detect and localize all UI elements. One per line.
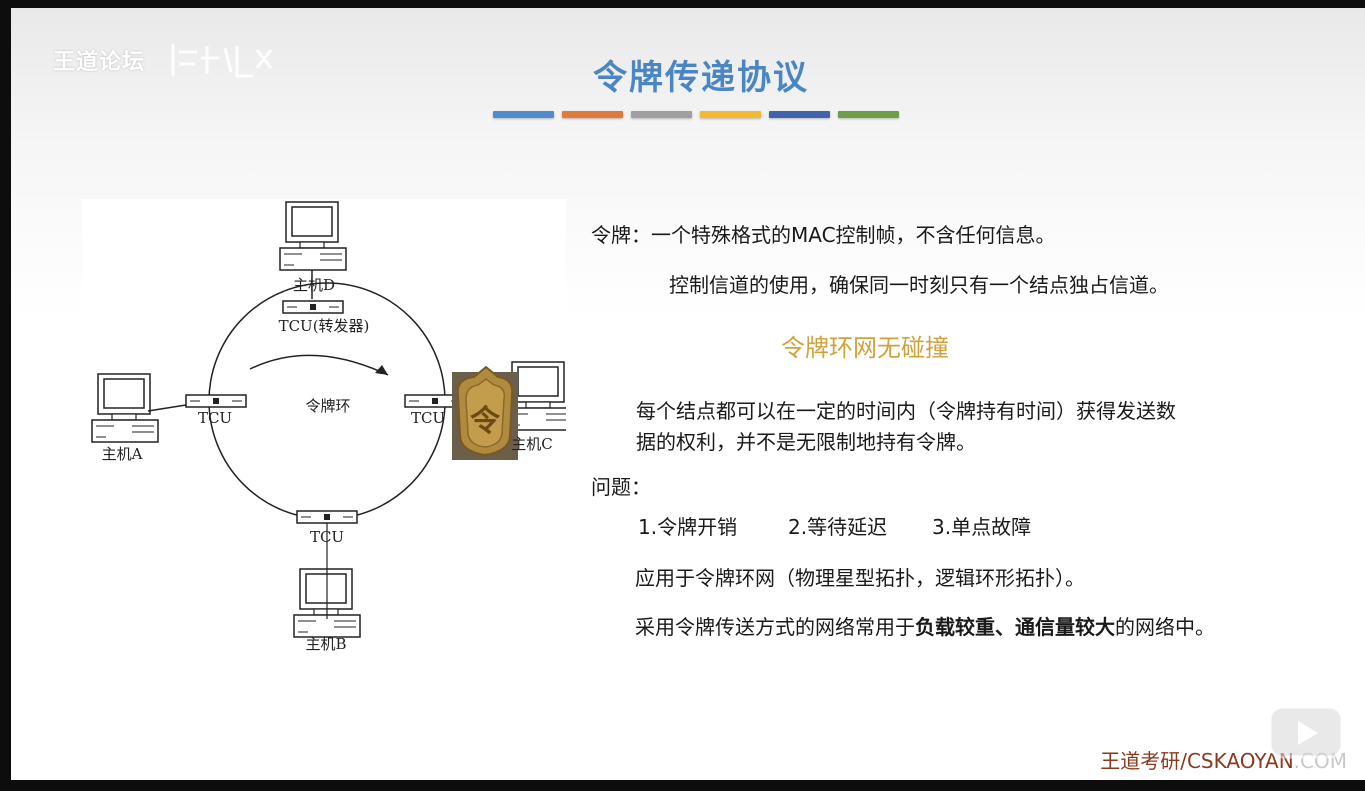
slide: 王道论坛 令牌传递协议 令 主机D TCU(转发器) TCU 令牌环 TCU 主…: [11, 8, 1365, 780]
tcu-bottom-icon: [296, 510, 358, 524]
tcu-right-label: TCU: [411, 409, 445, 427]
token-ring-svg: 令 主机D TCU(转发器) TCU 令牌环 TCU 主机A 主机C TCU 主…: [91, 201, 573, 653]
underline-segment-5: [769, 111, 830, 118]
problems-label: 问题：: [591, 475, 651, 499]
tcu-top-label: TCU(转发器): [279, 317, 370, 335]
usage-prefix: 采用令牌传送方式的网络常用于: [635, 615, 915, 639]
host-a-label: 主机A: [102, 445, 143, 463]
usage-bold: 负载较重、通信量较大: [915, 615, 1115, 639]
title-underline: [493, 111, 899, 119]
token-glyph: 令: [470, 404, 501, 439]
tcu-left-icon: [185, 394, 247, 408]
problem-1: 1.令牌开销: [638, 515, 738, 539]
host-b-label: 主机B: [305, 635, 346, 653]
ring-direction-arrow: [249, 354, 389, 376]
ring-label: 令牌环: [305, 397, 350, 415]
underline-segment-2: [562, 111, 623, 118]
token-hold-line-2: 据的权利，并不是无限制地持有令牌。: [636, 430, 976, 454]
underline-segment-1: [493, 111, 554, 118]
underline-segment-3: [631, 111, 692, 118]
bilibili-tv-icon[interactable]: [1264, 693, 1348, 761]
host-d-label: 主机D: [293, 276, 335, 294]
token-badge-icon: 令: [452, 365, 518, 460]
token-definition: 令牌：一个特殊格式的MAC控制帧，不含任何信息。: [591, 223, 1056, 247]
host-d-computer-icon: [279, 201, 347, 271]
token-hold-line-1: 每个结点都可以在一定的时间内（令牌持有时间）获得发送数: [636, 399, 1176, 423]
usage-suffix: 的网络中。: [1115, 615, 1215, 639]
application-text: 应用于令牌环网（物理星型拓扑，逻辑环形拓扑）。: [635, 566, 1085, 590]
host-a-computer-icon: [91, 373, 159, 443]
tcu-left-label: TCU: [198, 409, 232, 427]
problem-3: 3.单点故障: [932, 515, 1032, 539]
host-c-label: 主机C: [511, 435, 552, 453]
usage-text: 采用令牌传送方式的网络常用于负载较重、通信量较大的网络中。: [635, 611, 1355, 640]
tcu-bottom-label: TCU: [310, 528, 344, 546]
problem-2: 2.等待延迟: [788, 515, 888, 539]
channel-control-text: 控制信道的使用，确保同一时刻只有一个结点独占信道。: [669, 273, 1169, 297]
no-collision-highlight: 令牌环网无碰撞: [781, 334, 949, 362]
tcu-top-icon: [282, 300, 344, 314]
underline-segment-6: [838, 111, 899, 118]
slide-title: 令牌传递协议: [593, 58, 809, 98]
token-ring-diagram: 令 主机D TCU(转发器) TCU 令牌环 TCU 主机A 主机C TCU 主…: [82, 199, 573, 653]
underline-segment-4: [700, 111, 761, 118]
